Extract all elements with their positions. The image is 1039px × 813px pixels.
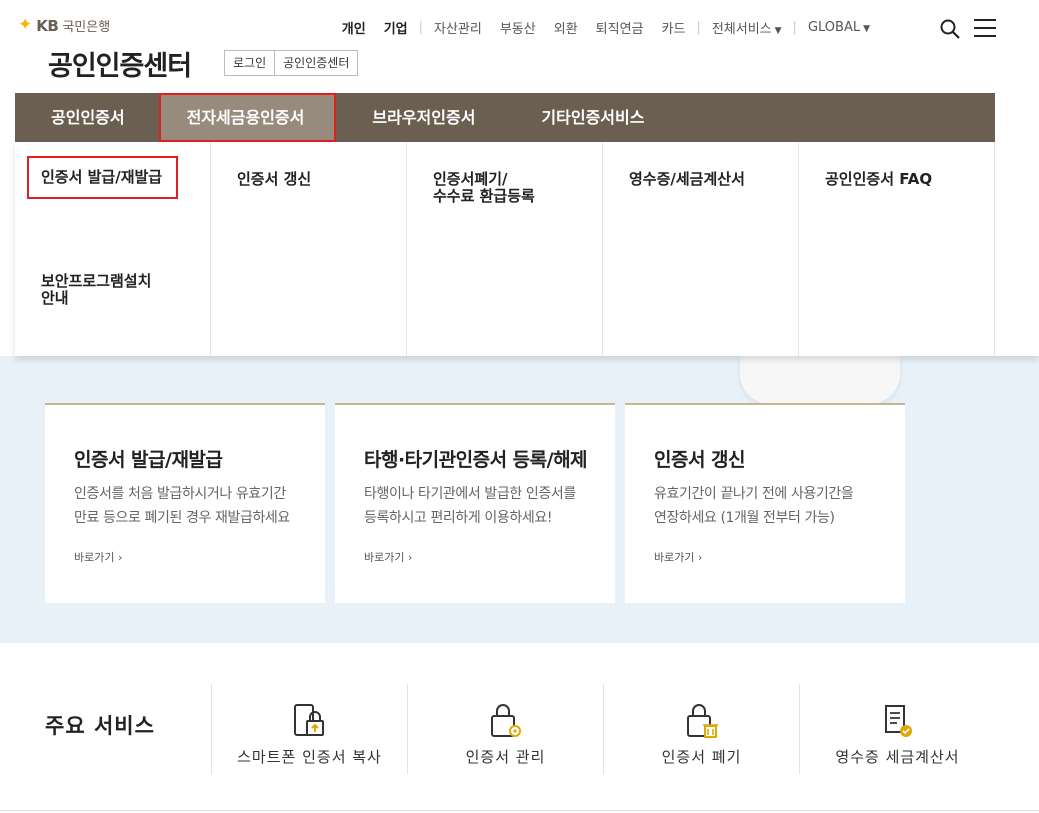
nav-global[interactable]: GLOBAL ▼ [799,20,879,35]
service-cert-manage[interactable]: 인증서 관리 [407,684,603,774]
footer-divider [0,810,1039,811]
card-desc-line: 타행이나 타기관에서 발급한 인증서를 [364,486,576,502]
cert-revoke-icon [686,704,718,738]
nav-pension[interactable]: 퇴직연금 [587,18,653,37]
card-more-label: 바로가기 [654,551,695,564]
phone-illustration [740,356,900,404]
kb-logo[interactable]: ✦ KB 국민은행 [18,15,111,36]
logo-mark: KB [36,16,59,35]
card-more-link[interactable]: 바로가기 › [654,549,702,565]
menu-tax-cert[interactable]: 전자세금용인증서 [158,93,337,142]
cert-manage-icon [490,704,521,737]
nav-personal[interactable]: 개인 [333,18,375,37]
card-title: 인증서 발급/재발급 [74,449,223,471]
card-more-label: 바로가기 [74,551,115,564]
service-cert-revoke[interactable]: 인증서 폐기 [603,684,799,774]
submenu-issue[interactable]: 인증서 발급/재발급 [26,156,179,199]
submenu-security-line2: 안내 [41,289,69,307]
hamburger-menu-icon[interactable] [974,19,996,37]
page-title: 공인인증센터 [48,51,192,82]
submenu-revoke[interactable]: 인증서폐기/ 수수료 환급등록 [433,171,535,205]
card-desc-line: 연장하세요 (1개월 전부터 가능) [654,510,835,526]
menu-browser-cert[interactable]: 브라우저인증서 [336,93,505,142]
submenu-receipt[interactable]: 영수증/세금계산서 [629,171,745,188]
card-desc-line: 만료 등으로 폐기된 경우 재발급하세요 [74,510,290,526]
nav-all-services-label: 전체서비스 [711,22,772,37]
caret-down-icon: ▼ [863,24,870,34]
nav-card[interactable]: 카드 [653,18,695,37]
nav-divider: | [792,20,797,35]
chevron-right-icon: › [407,551,413,564]
card-register[interactable]: 타행·타기관인증서 등록/해제 타행이나 타기관에서 발급한 인증서를등록하시고… [335,403,615,603]
nav-global-label: GLOBAL [807,20,861,35]
chevron-right-icon: › [697,551,703,564]
logo-text: 국민은행 [62,20,111,35]
menu-other-cert[interactable]: 기타인증서비스 [505,93,674,142]
submenu-revoke-line1: 인증서폐기/ [433,170,508,188]
caret-down-icon: ▼ [774,26,782,36]
card-desc-line: 유효기간이 끝나기 전에 사용기간을 [654,486,854,502]
service-label: 인증서 폐기 [661,748,742,766]
nav-fx[interactable]: 외환 [545,18,587,37]
main-menu-bar: 공인인증서 전자세금용인증서 브라우저인증서 기타인증서비스 [15,93,995,142]
breadcrumb-login[interactable]: 로그인 [225,51,274,75]
chevron-right-icon: › [117,551,123,564]
nav-business[interactable]: 기업 [375,18,417,37]
card-description: 타행이나 타기관에서 발급한 인증서를등록하시고 편리하게 이용하세요! [364,482,604,530]
card-title: 타행·타기관인증서 등록/해제 [364,449,588,471]
service-label: 인증서 관리 [465,748,546,766]
card-more-link[interactable]: 바로가기 › [364,549,412,565]
card-title: 인증서 갱신 [654,449,746,471]
submenu-faq[interactable]: 공인인증서 FAQ [825,171,932,188]
card-description: 인증서를 처음 발급하시거나 유효기간만료 등으로 폐기된 경우 재발급하세요 [74,482,314,530]
services-title: 주요 서비스 [45,714,155,738]
card-more-link[interactable]: 바로가기 › [74,549,122,565]
submenu-revoke-line2: 수수료 환급등록 [433,187,535,205]
submenu-security-line1: 보안프로그램설치 [41,272,152,290]
card-more-label: 바로가기 [364,551,405,564]
service-label: 영수증 세금계산서 [835,748,960,766]
nav-all-services[interactable]: 전체서비스 ▼ [703,18,791,37]
nav-divider: | [696,20,701,35]
nav-divider: | [418,20,423,35]
submenu-renew[interactable]: 인증서 갱신 [237,171,311,188]
menu-public-cert[interactable]: 공인인증서 [15,93,155,142]
search-icon[interactable] [939,18,961,40]
service-label: 스마트폰 인증서 복사 [237,748,382,766]
service-smartphone-copy[interactable]: 스마트폰 인증서 복사 [211,684,407,774]
card-issue[interactable]: 인증서 발급/재발급 인증서를 처음 발급하시거나 유효기간만료 등으로 폐기된… [45,403,325,603]
card-desc-line: 등록하시고 편리하게 이용하세요! [364,510,553,526]
card-description: 유효기간이 끝나기 전에 사용기간을연장하세요 (1개월 전부터 가능) [654,482,894,530]
breadcrumb: 로그인 공인인증센터 [224,50,359,76]
submenu-dropdown: 인증서 발급/재발급 인증서 갱신 인증서폐기/ 수수료 환급등록 영수증/세금… [15,142,1039,356]
breadcrumb-cert-center[interactable]: 공인인증센터 [274,51,357,75]
card-desc-line: 인증서를 처음 발급하시거나 유효기간 [74,486,286,502]
nav-realty[interactable]: 부동산 [491,18,545,37]
service-receipt[interactable]: 영수증 세금계산서 [799,684,995,774]
star-logo-icon: ✦ [18,15,33,35]
nav-asset[interactable]: 자산관리 [425,18,491,37]
card-renew[interactable]: 인증서 갱신 유효기간이 끝나기 전에 사용기간을연장하세요 (1개월 전부터 … [625,403,905,603]
smartphone-copy-icon [293,704,324,736]
submenu-security[interactable]: 보안프로그램설치 안내 [41,273,151,307]
receipt-icon [884,705,912,737]
top-nav: 개인 기업 | 자산관리 부동산 외환 퇴직연금 카드 | 전체서비스 ▼ | G… [333,18,879,37]
